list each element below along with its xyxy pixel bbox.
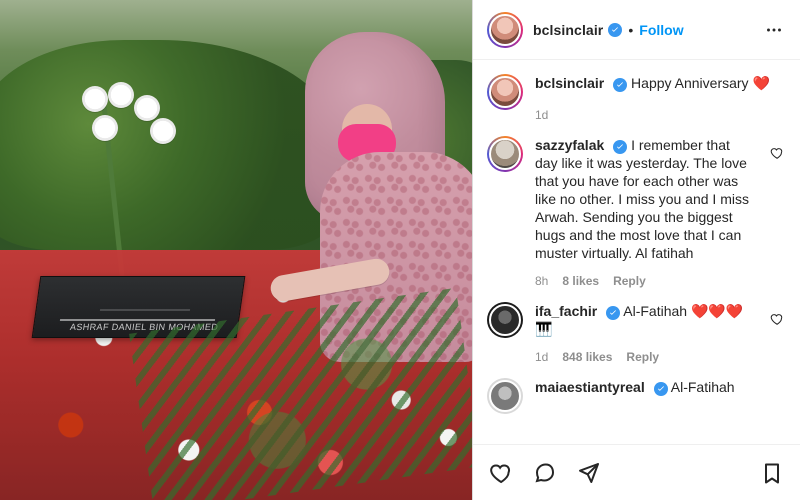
verified-badge-icon — [613, 78, 628, 92]
verified-badge-icon — [613, 140, 628, 154]
comment-content: sazzyfalak I remember that day like it w… — [535, 136, 756, 288]
comment-avatar[interactable] — [487, 74, 523, 110]
comment-text: bclsinclair Happy Anniversary ❤️ — [535, 74, 786, 92]
heart-icon[interactable] — [768, 144, 786, 162]
comment-icon[interactable] — [531, 459, 559, 487]
reply-button[interactable]: Reply — [613, 274, 646, 288]
comment-content: ifa_fachir Al-Fatihah ❤️❤️❤️🎹 1d 848 lik… — [535, 302, 756, 364]
heart-icon[interactable] — [487, 459, 515, 487]
heart-icon[interactable] — [768, 310, 786, 328]
comment-row: maiaestiantyreal Al-Fatihah — [487, 378, 786, 414]
comment-username[interactable]: ifa_fachir — [535, 303, 597, 319]
verified-badge-icon — [608, 22, 623, 37]
comment-time: 1d — [535, 108, 549, 122]
comment-body: Happy Anniversary ❤️ — [631, 75, 770, 91]
comment-meta: 1d 848 likes Reply — [535, 350, 756, 364]
comment-meta: 8h 8 likes Reply — [535, 274, 756, 288]
bookmark-icon[interactable] — [758, 459, 786, 487]
avatar-image — [489, 304, 521, 336]
comment-row: bclsinclair Happy Anniversary ❤️ 1d — [487, 74, 786, 122]
comment-content: maiaestiantyreal Al-Fatihah — [535, 378, 786, 396]
orchid-flower — [134, 95, 160, 121]
comment-likes[interactable]: 8 likes — [562, 274, 599, 288]
comment-time: 8h — [535, 274, 549, 288]
orchid-flower — [82, 86, 108, 112]
comment-username[interactable]: sazzyfalak — [535, 137, 604, 153]
header-separator: • — [628, 21, 634, 38]
comment-time: 1d — [535, 350, 549, 364]
comment-content: bclsinclair Happy Anniversary ❤️ 1d — [535, 74, 786, 122]
reply-button[interactable]: Reply — [626, 350, 659, 364]
post-sidebar: bclsinclair • Follow bclsinclair Happy A… — [472, 0, 800, 500]
comment-text: sazzyfalak I remember that day like it w… — [535, 136, 756, 262]
comment-body: I remember that day like it was yesterda… — [535, 137, 749, 261]
grave-plaque-engraving — [59, 319, 216, 321]
comment-text: maiaestiantyreal Al-Fatihah — [535, 378, 786, 396]
grave-plaque-engraving — [99, 309, 191, 311]
avatar-image — [489, 76, 521, 108]
comment-row: sazzyfalak I remember that day like it w… — [487, 136, 786, 288]
avatar-image — [489, 380, 521, 412]
post-header: bclsinclair • Follow — [473, 0, 800, 60]
comment-likes[interactable]: 848 likes — [562, 350, 612, 364]
comment-username[interactable]: bclsinclair — [535, 75, 604, 91]
post-photo: ASHRAF DANIEL BIN MOHAMED — [0, 0, 472, 500]
more-options-icon[interactable] — [762, 18, 786, 42]
share-icon[interactable] — [575, 459, 603, 487]
avatar-image — [489, 13, 521, 46]
comments-list: bclsinclair Happy Anniversary ❤️ 1d sazz… — [473, 60, 800, 444]
follow-button[interactable]: Follow — [639, 22, 683, 38]
verified-badge-icon — [653, 382, 668, 396]
comment-avatar[interactable] — [487, 136, 523, 172]
comment-username[interactable]: maiaestiantyreal — [535, 379, 645, 395]
header-avatar[interactable] — [487, 11, 523, 48]
orchid-flower — [108, 82, 134, 108]
comments-fade — [473, 420, 800, 444]
verified-badge-icon — [606, 306, 621, 320]
post-actions — [473, 444, 800, 500]
orchid-flower — [150, 118, 176, 144]
comment-avatar[interactable] — [487, 302, 523, 338]
comment-row: ifa_fachir Al-Fatihah ❤️❤️❤️🎹 1d 848 lik… — [487, 302, 786, 364]
comment-avatar[interactable] — [487, 378, 523, 414]
comment-text: ifa_fachir Al-Fatihah ❤️❤️❤️🎹 — [535, 302, 756, 338]
comment-body: Al-Fatihah — [670, 379, 735, 395]
orchid-flower — [92, 115, 118, 141]
header-username[interactable]: bclsinclair — [533, 22, 603, 38]
avatar-image — [489, 138, 521, 170]
